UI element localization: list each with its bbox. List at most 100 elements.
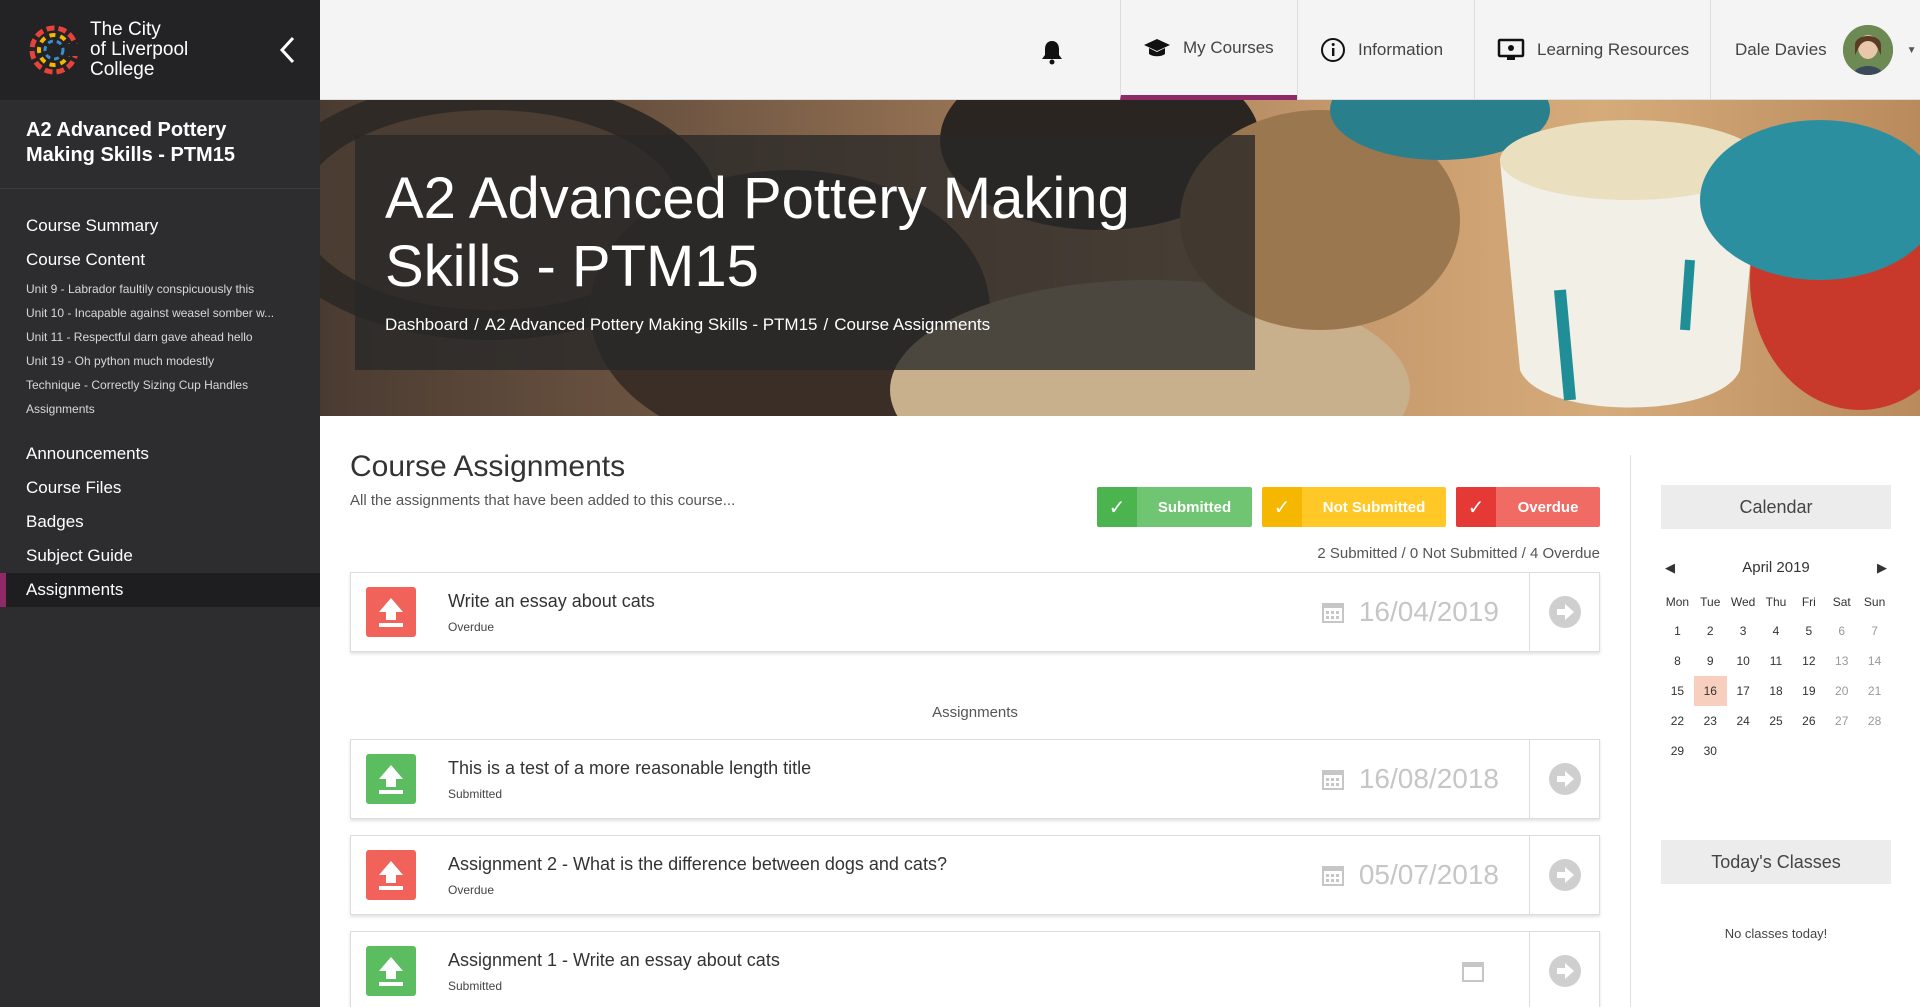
sidebar-item-assignments[interactable]: Assignments xyxy=(0,573,320,607)
sidebar-subitem-unit-10[interactable]: Unit 10 - Incapable against weasel sombe… xyxy=(0,301,320,325)
calendar-day[interactable]: 29 xyxy=(1661,736,1694,766)
calendar-day[interactable]: 12 xyxy=(1792,646,1825,676)
calendar-day[interactable]: 23 xyxy=(1694,706,1727,736)
calendar-day[interactable]: 3 xyxy=(1727,616,1760,646)
calendar-day[interactable]: 28 xyxy=(1858,706,1891,736)
page-title: A2 Advanced Pottery Making Skills - PTM1… xyxy=(385,166,1130,299)
calendar-day[interactable]: 8 xyxy=(1661,646,1694,676)
assignment-card[interactable]: This is a test of a more reasonable leng… xyxy=(350,739,1600,819)
calendar-day[interactable]: 19 xyxy=(1792,676,1825,706)
sidebar-subitem-technique[interactable]: Technique - Correctly Sizing Cup Handles xyxy=(0,373,320,397)
calendar-nav: ◀ April 2019 ▶ xyxy=(1661,559,1891,576)
assignment-card-featured[interactable]: Write an essay about cats Overdue 16/04/… xyxy=(350,572,1600,652)
calendar-day-of-week: Fri xyxy=(1801,595,1816,609)
next-month-button[interactable]: ▶ xyxy=(1877,560,1887,576)
notifications-button[interactable] xyxy=(1034,34,1070,70)
sidebar-item-subject-guide[interactable]: Subject Guide xyxy=(0,539,320,573)
sidebar-item-course-summary[interactable]: Course Summary xyxy=(0,209,320,243)
calendar-day[interactable]: 13 xyxy=(1825,646,1858,676)
breadcrumb-separator: / xyxy=(823,315,829,334)
calendar-day[interactable]: 2 xyxy=(1694,616,1727,646)
sidebar-item-course-content[interactable]: Course Content xyxy=(0,243,320,277)
top-bar: My Courses Information Learning Resource… xyxy=(320,0,1920,100)
calendar-day[interactable]: 22 xyxy=(1661,706,1694,736)
calendar-day[interactable]: 10 xyxy=(1727,646,1760,676)
calendar-day[interactable]: 20 xyxy=(1825,676,1858,706)
assignment-details: This is a test of a more reasonable leng… xyxy=(448,758,1321,801)
filter-overdue-button[interactable]: ✓ Overdue xyxy=(1456,487,1600,527)
breadcrumb-current: Course Assignments xyxy=(834,315,991,334)
calendar-day[interactable]: 24 xyxy=(1727,706,1760,736)
calendar-day[interactable]: 26 xyxy=(1792,706,1825,736)
collapse-sidebar-button[interactable] xyxy=(270,30,304,70)
calendar-day-of-week: Wed xyxy=(1730,595,1756,609)
breadcrumb-course[interactable]: A2 Advanced Pottery Making Skills - PTM1… xyxy=(485,315,818,334)
sidebar-item-course-files[interactable]: Course Files xyxy=(0,471,320,505)
calendar-day[interactable]: 7 xyxy=(1858,616,1891,646)
tab-my-courses[interactable]: My Courses xyxy=(1120,0,1297,100)
calendar-day-of-week: Thu xyxy=(1765,595,1787,609)
assignment-due-date: 16/08/2018 xyxy=(1321,763,1499,795)
calendar-day[interactable]: 25 xyxy=(1760,706,1793,736)
check-icon: ✓ xyxy=(1456,487,1496,527)
calendar-day[interactable]: 4 xyxy=(1760,616,1793,646)
calendar-day[interactable]: 1 xyxy=(1661,616,1694,646)
previous-month-button[interactable]: ◀ xyxy=(1665,560,1675,576)
assignments-main: Course Assignments All the assignments t… xyxy=(350,450,1600,1007)
calendar-day[interactable]: 11 xyxy=(1760,646,1793,676)
info-icon xyxy=(1320,37,1346,63)
breadcrumb-dashboard[interactable]: Dashboard xyxy=(385,315,468,334)
filter-overdue-label: Overdue xyxy=(1496,487,1600,527)
chevron-left-icon xyxy=(279,36,295,64)
assignment-details: Assignment 1 - Write an essay about cats… xyxy=(448,950,1461,993)
assignment-title: Assignment 2 - What is the difference be… xyxy=(448,853,947,874)
calendar-month: April 2019 xyxy=(1742,559,1810,576)
open-assignment-button[interactable] xyxy=(1529,572,1599,652)
assignment-date-text: 05/07/2018 xyxy=(1358,859,1499,890)
sidebar-subitem-unit-11[interactable]: Unit 11 - Respectful darn gave ahead hel… xyxy=(0,325,320,349)
assignment-title: Assignment 1 - Write an essay about cats xyxy=(448,949,780,970)
sidebar-item-announcements[interactable]: Announcements xyxy=(0,437,320,471)
calendar-day[interactable]: 27 xyxy=(1825,706,1858,736)
college-name: The City of Liverpool College xyxy=(90,20,188,80)
tab-learning-resources[interactable]: Learning Resources xyxy=(1474,0,1710,100)
open-assignment-button[interactable] xyxy=(1529,835,1599,915)
calendar-day[interactable]: 30 xyxy=(1694,736,1727,766)
calendar-day[interactable]: 6 xyxy=(1825,616,1858,646)
assignments-section-label: Assignments xyxy=(932,704,1018,721)
assignment-card[interactable]: Assignment 1 - Write an essay about cats… xyxy=(350,931,1600,1007)
assignment-due-date: 16/04/2019 xyxy=(1321,596,1499,628)
calendar-heading: Calendar xyxy=(1661,485,1891,529)
calendar-day[interactable]: 17 xyxy=(1727,676,1760,706)
sidebar-subitem-unit-19[interactable]: Unit 19 - Oh python much modestly xyxy=(0,349,320,373)
assignment-date-text: 16/08/2018 xyxy=(1358,763,1499,794)
sidebar-item-badges[interactable]: Badges xyxy=(0,505,320,539)
chevron-down-icon: ▼ xyxy=(1906,44,1917,56)
calendar-icon xyxy=(1461,959,1485,983)
sidebar-course-title: A2 Advanced Pottery Making Skills - PTM1… xyxy=(0,100,320,189)
calendar-day[interactable]: 5 xyxy=(1792,616,1825,646)
monitor-icon xyxy=(1497,38,1525,62)
sidebar: The City of Liverpool College A2 Advance… xyxy=(0,0,320,1007)
calendar-day[interactable]: 9 xyxy=(1694,646,1727,676)
tab-information[interactable]: Information xyxy=(1297,0,1474,100)
sidebar-subitem-assignments[interactable]: Assignments xyxy=(0,397,320,421)
filter-submitted-button[interactable]: ✓ Submitted xyxy=(1097,487,1252,527)
assignment-status: Submitted xyxy=(448,978,503,993)
graduation-cap-icon xyxy=(1143,37,1171,59)
calendar-day[interactable]: 15 xyxy=(1661,676,1694,706)
college-name-line: of Liverpool xyxy=(90,39,189,60)
right-sidebar: Calendar ◀ April 2019 ▶ Mon Tue Wed Thu Fri S… xyxy=(1630,455,1920,1007)
open-assignment-button[interactable] xyxy=(1529,931,1599,1007)
calendar-day-today[interactable]: 16 xyxy=(1693,676,1727,706)
calendar-day[interactable]: 14 xyxy=(1858,646,1891,676)
upload-icon xyxy=(366,754,416,804)
user-menu[interactable]: Dale Davies ▼ xyxy=(1710,0,1920,100)
calendar-day[interactable]: 21 xyxy=(1858,676,1891,706)
assignment-details: Write an essay about cats Overdue xyxy=(448,591,1321,634)
sidebar-subitem-unit-9[interactable]: Unit 9 - Labrador faultily conspicuously… xyxy=(0,277,320,301)
filter-not-submitted-button[interactable]: ✓ Not Submitted xyxy=(1262,487,1446,527)
assignment-card[interactable]: Assignment 2 - What is the difference be… xyxy=(350,835,1600,915)
open-assignment-button[interactable] xyxy=(1529,739,1599,819)
calendar-day[interactable]: 18 xyxy=(1760,676,1793,706)
